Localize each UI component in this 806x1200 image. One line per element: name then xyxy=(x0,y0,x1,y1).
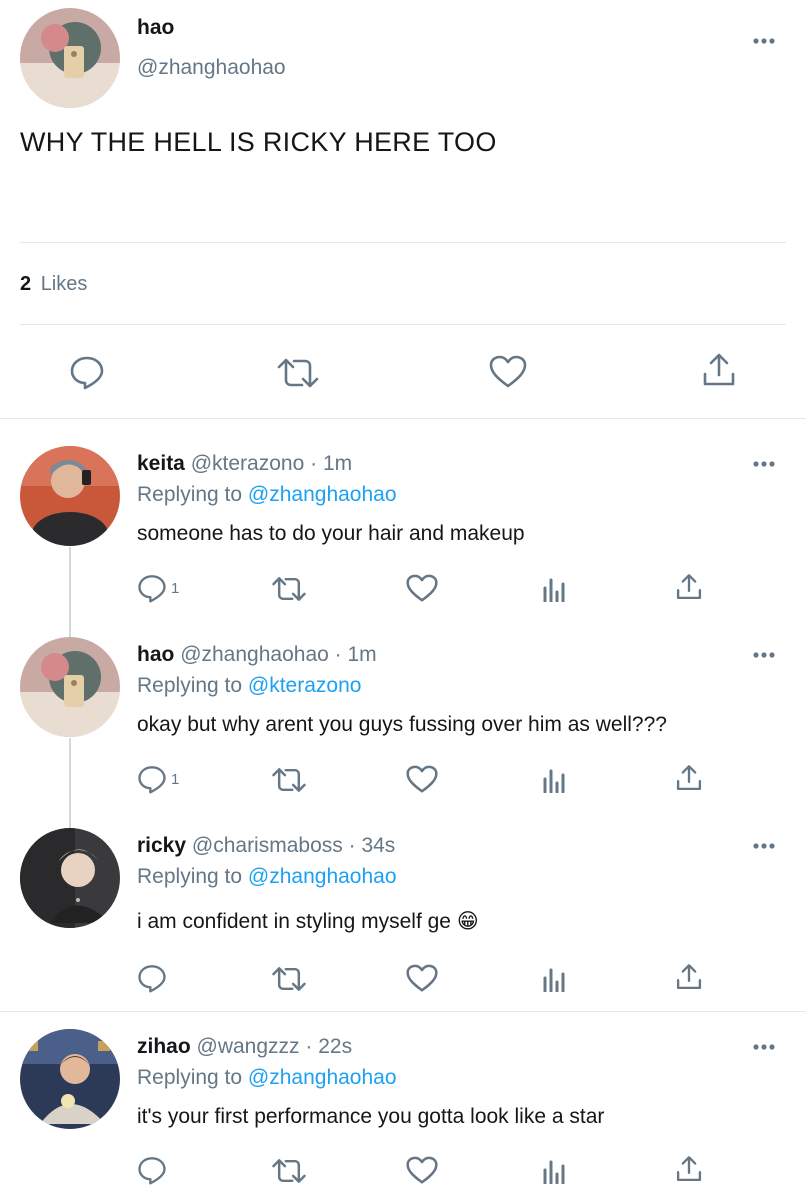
separator: · xyxy=(310,452,318,475)
author-handle[interactable]: @kterazono xyxy=(191,452,305,475)
timestamp[interactable]: 22s xyxy=(318,1035,352,1058)
reply-header: keita @kterazono · 1m xyxy=(137,452,352,476)
analytics-icon[interactable] xyxy=(542,1158,568,1184)
reply-button[interactable] xyxy=(137,1155,171,1185)
likes-label: Likes xyxy=(40,273,88,295)
reply-icon xyxy=(137,1155,167,1185)
reply-header: zihao @wangzzz · 22s xyxy=(137,1035,352,1059)
divider xyxy=(20,324,786,325)
replying-to-handle[interactable]: @zhanghaohao xyxy=(248,1066,397,1089)
reply-button[interactable] xyxy=(137,963,171,993)
replying-to: Replying to @kterazono xyxy=(137,674,361,698)
reply-icon xyxy=(137,963,167,993)
thread-line xyxy=(69,547,71,637)
like-icon[interactable] xyxy=(406,1156,438,1185)
tweet-text: WHY THE HELL IS RICKY HERE TOO xyxy=(20,127,497,157)
share-icon[interactable] xyxy=(675,963,703,991)
replying-to-handle[interactable]: @zhanghaohao xyxy=(248,865,397,888)
replying-to: Replying to @zhanghaohao xyxy=(137,1066,397,1090)
replying-label: Replying to xyxy=(137,1066,243,1089)
reply-text: someone has to do your hair and makeup xyxy=(137,522,525,545)
more-options-icon[interactable] xyxy=(752,841,776,851)
avatar[interactable] xyxy=(20,1029,120,1129)
separator: · xyxy=(334,643,342,666)
like-icon[interactable] xyxy=(489,355,527,389)
timestamp[interactable]: 1m xyxy=(323,452,352,475)
reply-text: it's your first performance you gotta lo… xyxy=(137,1105,605,1128)
more-options-icon[interactable] xyxy=(752,36,776,46)
timestamp[interactable]: 1m xyxy=(348,643,377,666)
author-handle[interactable]: @zhanghaohao xyxy=(137,56,286,80)
separator: · xyxy=(305,1035,313,1058)
like-icon[interactable] xyxy=(406,574,438,603)
replying-label: Replying to xyxy=(137,483,243,506)
share-icon[interactable] xyxy=(675,1155,703,1183)
separator: · xyxy=(348,834,356,857)
divider xyxy=(20,242,786,243)
avatar[interactable] xyxy=(20,828,120,928)
avatar[interactable] xyxy=(20,8,120,108)
retweet-icon[interactable] xyxy=(276,356,320,390)
reply-count: 1 xyxy=(171,770,180,788)
avatar[interactable] xyxy=(20,446,120,546)
author-name[interactable]: hao xyxy=(137,16,174,40)
grinning-emoji: 😁 xyxy=(456,910,479,933)
author-name[interactable]: zihao xyxy=(137,1035,191,1058)
share-icon[interactable] xyxy=(675,764,703,792)
share-icon[interactable] xyxy=(675,573,703,601)
author-handle[interactable]: @zhanghaohao xyxy=(180,643,329,666)
replying-to-handle[interactable]: @kterazono xyxy=(248,674,362,697)
analytics-icon[interactable] xyxy=(542,576,568,602)
reply-icon xyxy=(137,764,167,794)
more-options-icon[interactable] xyxy=(752,1042,776,1052)
avatar[interactable] xyxy=(20,637,120,737)
reply-count: 1 xyxy=(171,579,180,597)
likes-stat[interactable]: 2 Likes xyxy=(20,273,87,296)
like-icon[interactable] xyxy=(406,964,438,993)
author-name[interactable]: ricky xyxy=(137,834,186,857)
replying-to-handle[interactable]: @zhanghaohao xyxy=(248,483,397,506)
reply-icon[interactable] xyxy=(69,354,105,390)
retweet-icon[interactable] xyxy=(271,766,307,794)
replying-to: Replying to @zhanghaohao xyxy=(137,865,397,889)
replying-to: Replying to @zhanghaohao xyxy=(137,483,397,507)
timestamp[interactable]: 34s xyxy=(361,834,395,857)
author-handle[interactable]: @charismaboss xyxy=(192,834,343,857)
more-options-icon[interactable] xyxy=(752,650,776,660)
analytics-icon[interactable] xyxy=(542,767,568,793)
share-icon[interactable] xyxy=(701,352,737,388)
reply-text: i am confident in styling myself ge 😁 xyxy=(137,909,479,934)
retweet-icon[interactable] xyxy=(271,575,307,603)
retweet-icon[interactable] xyxy=(271,965,307,993)
analytics-icon[interactable] xyxy=(542,966,568,992)
reply-text-content: i am confident in styling myself ge xyxy=(137,910,451,933)
author-handle[interactable]: @wangzzz xyxy=(197,1035,300,1058)
reply-header: hao @zhanghaohao · 1m xyxy=(137,643,377,667)
reply-text: okay but why arent you guys fussing over… xyxy=(137,713,667,736)
divider xyxy=(0,418,806,419)
retweet-icon[interactable] xyxy=(271,1157,307,1185)
reply-header: ricky @charismaboss · 34s xyxy=(137,834,395,858)
more-options-icon[interactable] xyxy=(752,459,776,469)
replying-label: Replying to xyxy=(137,674,243,697)
likes-count: 2 xyxy=(20,273,32,295)
reply-icon xyxy=(137,573,167,603)
replying-label: Replying to xyxy=(137,865,243,888)
reply-button[interactable]: 1 xyxy=(137,764,179,794)
thread-line xyxy=(69,738,71,828)
author-name[interactable]: hao xyxy=(137,643,174,666)
divider xyxy=(0,1011,806,1012)
author-name[interactable]: keita xyxy=(137,452,185,475)
like-icon[interactable] xyxy=(406,765,438,794)
reply-button[interactable]: 1 xyxy=(137,573,179,603)
